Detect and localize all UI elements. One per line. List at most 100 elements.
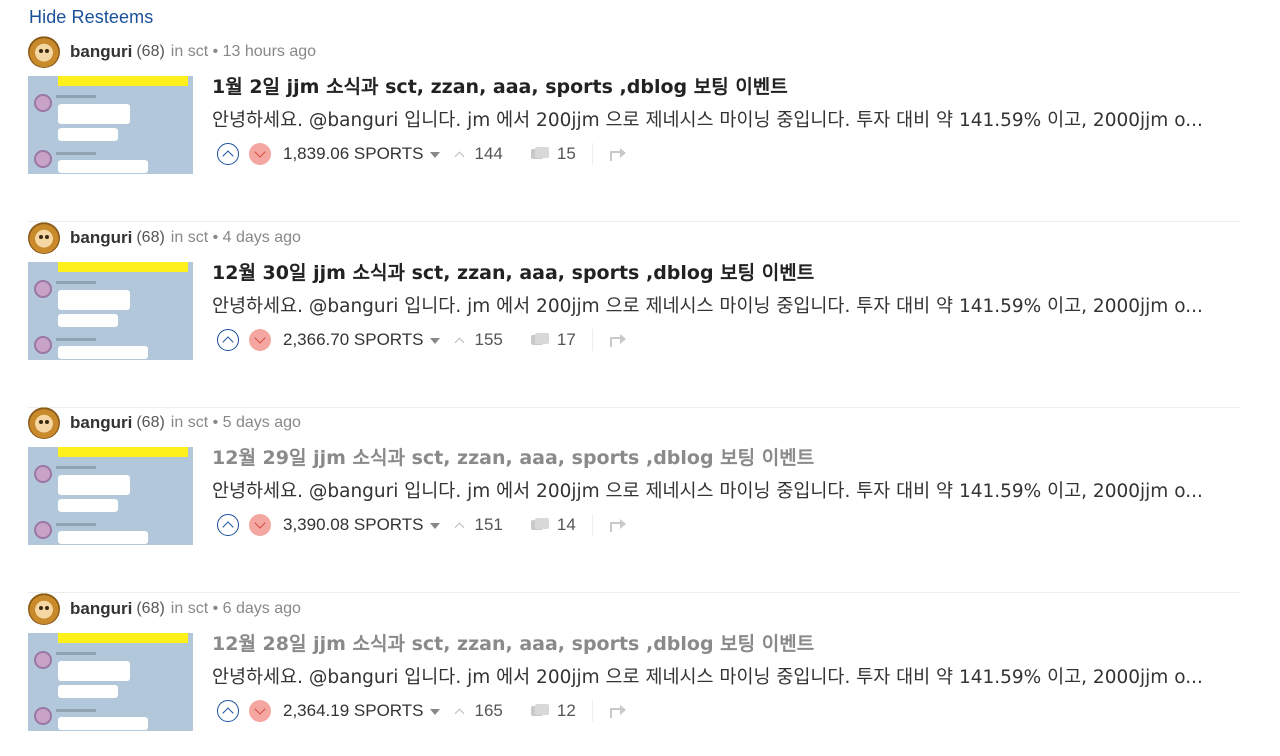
post-summary[interactable]: 안녕하세요. @banguri 입니다. jm 에서 200jjm 으로 제네시…: [212, 292, 1240, 318]
reply-count-button[interactable]: 15: [530, 144, 576, 164]
author-reputation: (68): [136, 414, 165, 431]
author-avatar[interactable]: [28, 36, 60, 68]
thumbnail-bubble: [58, 475, 130, 495]
author-avatar[interactable]: [28, 407, 60, 439]
post-footer: 3,390.08 SPORTS 151 14: [217, 513, 627, 537]
post-meta[interactable]: in sct • 4 days ago: [171, 229, 301, 247]
caret-down-icon[interactable]: [429, 523, 440, 529]
thumbnail-highlight: [58, 447, 188, 457]
thumbnail-bubble: [58, 685, 118, 698]
post-summary[interactable]: 안녕하세요. @banguri 입니다. jm 에서 200jjm 으로 제네시…: [212, 106, 1240, 132]
thumbnail-avatar: [34, 521, 52, 539]
chevron-up-icon: [454, 522, 464, 532]
chevron-up-icon: [454, 337, 464, 347]
hide-resteems-link[interactable]: Hide Resteems: [29, 7, 153, 28]
thumbnail-line: [56, 95, 96, 98]
thumbnail-highlight: [58, 76, 188, 86]
post-title[interactable]: 12월 30일 jjm 소식과 sct, zzan, aaa, sports ,…: [212, 258, 814, 285]
post-item: banguri (68) in sct • 5 days ago 12월 29일…: [28, 407, 1240, 593]
comment-icon: [530, 704, 549, 718]
thumbnail-bubble: [58, 128, 118, 141]
reply-count-button[interactable]: 12: [530, 701, 576, 721]
author-avatar[interactable]: [28, 593, 60, 625]
post-item: banguri (68) in sct • 13 hours ago 1월 2일…: [28, 36, 1240, 222]
payout-value[interactable]: 2,366.70 SPORTS: [283, 330, 424, 350]
post-thumbnail[interactable]: [28, 447, 193, 545]
thumbnail-line: [56, 281, 96, 284]
thumbnail-bubble: [58, 314, 118, 327]
reply-count: 17: [556, 330, 576, 349]
post-footer: 2,364.19 SPORTS 165 12: [217, 699, 627, 723]
payout-value[interactable]: 2,364.19 SPORTS: [283, 701, 424, 721]
author-name[interactable]: banguri: [70, 413, 132, 433]
vote-count-button[interactable]: 165: [454, 701, 503, 721]
post-header: banguri (68) in sct • 4 days ago: [28, 222, 301, 254]
reply-count: 15: [556, 144, 576, 163]
vote-count: 155: [474, 330, 503, 349]
vote-count-button[interactable]: 151: [454, 515, 503, 535]
post-item: banguri (68) in sct • 6 days ago 12월 28일…: [28, 593, 1240, 756]
comment-icon: [530, 518, 549, 532]
thumbnail-bubble: [58, 661, 130, 681]
post-meta[interactable]: in sct • 5 days ago: [171, 414, 301, 432]
author-avatar[interactable]: [28, 222, 60, 254]
author-name[interactable]: banguri: [70, 42, 132, 62]
reply-count: 12: [556, 701, 576, 720]
caret-down-icon[interactable]: [429, 152, 440, 158]
payout-value[interactable]: 1,839.06 SPORTS: [283, 144, 424, 164]
author-reputation: (68): [136, 43, 165, 60]
post-footer: 1,839.06 SPORTS 144 15: [217, 142, 627, 166]
thumbnail-avatar: [34, 150, 52, 168]
thumbnail-line: [56, 652, 96, 655]
thumbnail-bubble: [58, 290, 130, 310]
divider: [591, 700, 593, 722]
reply-count-button[interactable]: 14: [530, 515, 576, 535]
thumbnail-avatar: [34, 465, 52, 483]
upvote-icon[interactable]: [217, 514, 239, 536]
post-title[interactable]: 12월 28일 jjm 소식과 sct, zzan, aaa, sports ,…: [212, 629, 814, 656]
upvote-icon[interactable]: [217, 329, 239, 351]
post-item: banguri (68) in sct • 4 days ago 12월 30일…: [28, 222, 1240, 408]
post-meta[interactable]: in sct • 13 hours ago: [171, 43, 316, 61]
author-name[interactable]: banguri: [70, 228, 132, 248]
resteem-icon[interactable]: [609, 333, 627, 347]
reply-count-button[interactable]: 17: [530, 330, 576, 350]
post-title[interactable]: 12월 29일 jjm 소식과 sct, zzan, aaa, sports ,…: [212, 443, 814, 470]
upvote-icon[interactable]: [217, 700, 239, 722]
vote-count: 165: [474, 701, 503, 720]
resteem-icon[interactable]: [609, 704, 627, 718]
post-summary[interactable]: 안녕하세요. @banguri 입니다. jm 에서 200jjm 으로 제네시…: [212, 477, 1240, 503]
downvote-icon[interactable]: [249, 143, 271, 165]
vote-count-button[interactable]: 155: [454, 330, 503, 350]
thumbnail-line: [56, 152, 96, 155]
thumbnail-line: [56, 523, 96, 526]
thumbnail-avatar: [34, 94, 52, 112]
divider: [591, 329, 593, 351]
post-thumbnail[interactable]: [28, 76, 193, 174]
reply-count: 14: [556, 515, 576, 534]
thumbnail-avatar: [34, 651, 52, 669]
post-meta[interactable]: in sct • 6 days ago: [171, 600, 301, 618]
chevron-up-icon: [454, 151, 464, 161]
post-summary[interactable]: 안녕하세요. @banguri 입니다. jm 에서 200jjm 으로 제네시…: [212, 663, 1240, 689]
thumbnail-avatar: [34, 336, 52, 354]
post-header: banguri (68) in sct • 6 days ago: [28, 593, 301, 625]
upvote-icon[interactable]: [217, 143, 239, 165]
vote-count-button[interactable]: 144: [454, 144, 503, 164]
downvote-icon[interactable]: [249, 514, 271, 536]
thumbnail-line: [56, 709, 96, 712]
caret-down-icon[interactable]: [429, 709, 440, 715]
resteem-icon[interactable]: [609, 518, 627, 532]
caret-down-icon[interactable]: [429, 338, 440, 344]
payout-value[interactable]: 3,390.08 SPORTS: [283, 515, 424, 535]
author-name[interactable]: banguri: [70, 599, 132, 619]
chevron-up-icon: [454, 708, 464, 718]
thumbnail-bubble: [58, 531, 148, 544]
downvote-icon[interactable]: [249, 329, 271, 351]
post-title[interactable]: 1월 2일 jjm 소식과 sct, zzan, aaa, sports ,db…: [212, 72, 788, 99]
downvote-icon[interactable]: [249, 700, 271, 722]
post-thumbnail[interactable]: [28, 262, 193, 360]
vote-count: 144: [474, 144, 503, 163]
post-thumbnail[interactable]: [28, 633, 193, 731]
resteem-icon[interactable]: [609, 147, 627, 161]
